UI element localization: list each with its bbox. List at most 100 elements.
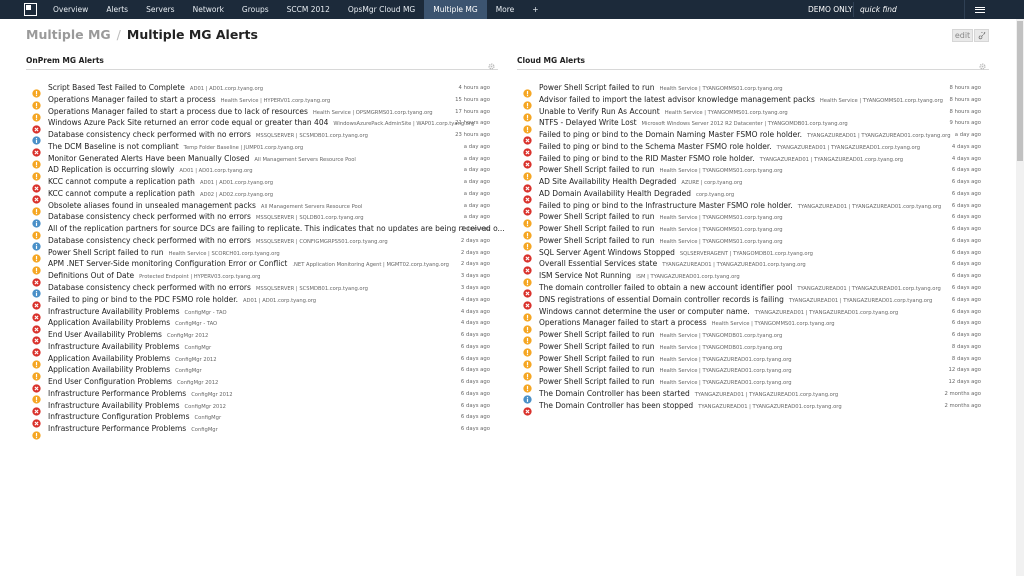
alert-row[interactable]: The DCM Baseline is not compliant Temp Fo… (26, 141, 498, 157)
alert-row[interactable]: AD Domain Availability Health Degraded co… (517, 188, 989, 204)
alert-time: a day ago (463, 214, 490, 221)
scrollbar-thumb[interactable] (1017, 21, 1023, 161)
alert-row[interactable]: Power Shell Script failed to run Health S… (517, 364, 989, 381)
alert-row[interactable]: ISM Service Not Running ISM | TYANGAZUREA… (517, 270, 989, 287)
nav-item[interactable]: SCCM 2012 (278, 0, 339, 19)
alert-title-text: Operations Manager failed to start a pro… (48, 94, 216, 104)
alert-row[interactable]: Power Shell Script failed to run Health S… (26, 247, 498, 263)
alert-source: Health Service | OPSMGRMS01.corp.tyang.o… (312, 109, 433, 116)
alert-row[interactable]: APM .NET Server-Side monitoring Configur… (26, 258, 498, 275)
nav-item[interactable]: Overview (44, 0, 97, 19)
link-icon[interactable] (974, 29, 989, 42)
alert-row[interactable]: Failed to ping or bind to the Schema Mas… (517, 141, 989, 157)
alert-row[interactable]: Power Shell Script failed to run Health S… (517, 211, 989, 228)
warning-severity-icon (32, 201, 41, 216)
alert-row[interactable]: The Domain Controller has been started TY… (517, 388, 989, 404)
alert-source: AD02 | AD02.corp.tyang.org (199, 191, 274, 198)
alert-row[interactable]: Failed to ping or bind to the RID Master… (517, 153, 989, 169)
alert-row[interactable]: Infrastructure Performance Problems Confi… (26, 423, 498, 440)
alert-row[interactable]: Infrastructure Availability Problems Conf… (26, 400, 498, 416)
nav-item[interactable]: More (487, 0, 524, 19)
alert-row[interactable]: Advisor failed to import the latest advi… (517, 94, 989, 110)
alert-row[interactable]: Failed to ping or bind to the Infrastruc… (517, 200, 989, 216)
gear-icon[interactable] (978, 56, 987, 75)
quick-find-input[interactable]: quick find (853, 2, 953, 17)
alert-source: MSSQLSERVER | SCSMDB01.corp.tyang.org (255, 286, 368, 293)
alert-row[interactable]: Infrastructure Availability Problems Conf… (26, 341, 498, 357)
alert-time: 2 days ago (460, 226, 490, 233)
alert-row[interactable]: KCC cannot compute a replication path AD0… (26, 188, 498, 204)
critical-severity-icon (523, 189, 532, 204)
alert-row[interactable]: Database consistency check performed wit… (26, 211, 498, 228)
nav-item[interactable]: OpsMgr Cloud MG (339, 0, 424, 19)
alert-row[interactable]: All of the replication partners for sour… (26, 223, 505, 240)
alert-time: 8 hours ago (949, 85, 981, 91)
alert-row[interactable]: The Domain Controller has been stopped TY… (517, 400, 989, 416)
alert-time: 2 days ago (460, 237, 490, 244)
alert-row[interactable]: The domain controller failed to obtain a… (517, 282, 989, 299)
alert-row[interactable]: Obsolete aliases found in unsealed manag… (26, 200, 498, 216)
alert-title-text: Failed to ping or bind to the RID Master… (539, 153, 755, 163)
app-logo-icon[interactable] (24, 3, 37, 16)
alert-row[interactable]: KCC cannot compute a replication path AD0… (26, 176, 498, 193)
nav-item[interactable]: Alerts (97, 0, 137, 19)
alert-row[interactable]: Script Based Test Failed to Complete AD01… (26, 82, 498, 99)
alert-row[interactable]: AD Site Availability Health Degraded AZUR… (517, 176, 989, 193)
alert-title-text: Power Shell Script failed to run (539, 224, 655, 234)
alert-row[interactable]: AD Replication is occurring slowly AD01 |… (26, 164, 498, 181)
alert-row[interactable]: Application Availability Problems ConfigM… (26, 353, 498, 369)
nav-item[interactable]: Servers (137, 0, 184, 19)
alert-row[interactable]: Power Shell Script failed to run Health S… (517, 353, 989, 369)
critical-severity-icon (32, 413, 41, 428)
scrollbar[interactable] (1016, 19, 1024, 576)
alert-row[interactable]: Power Shell Script failed to run Health S… (517, 223, 989, 240)
alert-row[interactable]: Power Shell Script failed to run Health S… (517, 235, 989, 251)
alert-source: ConfigMgr (191, 427, 218, 434)
alert-row[interactable]: Operations Manager failed to start a pro… (517, 317, 989, 334)
alert-row[interactable]: Database consistency check performed wit… (26, 235, 498, 251)
alert-row[interactable]: Windows cannot determine the user or com… (517, 306, 989, 322)
alert-source: ConfigMgr 2012 (184, 403, 226, 410)
warning-severity-icon (523, 236, 532, 251)
alert-row[interactable]: Infrastructure Configuration Problems Con… (26, 411, 498, 428)
nav-item[interactable]: Groups (233, 0, 278, 19)
alert-row[interactable]: Power Shell Script failed to run Health S… (517, 164, 989, 181)
nav-item[interactable]: Multiple MG (424, 0, 487, 19)
menu-icon[interactable] (964, 0, 994, 19)
alert-row[interactable]: Application Availability Problems ConfigM… (26, 317, 498, 334)
nav-item[interactable]: + (523, 0, 547, 19)
alert-title[interactable]: Infrastructure Performance Problems Confi… (48, 423, 218, 436)
alert-row[interactable]: End User Configuration Problems ConfigMgr… (26, 376, 498, 393)
alert-row[interactable]: Infrastructure Performance Problems Confi… (26, 388, 498, 404)
alert-row[interactable]: Database consistency check performed wit… (26, 282, 498, 299)
alert-row[interactable]: Infrastructure Availability Problems Conf… (26, 306, 498, 322)
alert-row[interactable]: Application Availability Problems ConfigM… (26, 364, 498, 381)
nav-item[interactable]: Network (184, 0, 233, 19)
alert-row[interactable]: Definitions Out of Date Protected Endpoin… (26, 270, 498, 287)
edit-button[interactable]: edit (952, 29, 973, 42)
alert-title[interactable]: The Domain Controller has been stopped TY… (539, 400, 842, 413)
gear-icon[interactable] (487, 56, 496, 75)
alert-row[interactable]: Windows Azure Pack Site returned an erro… (26, 117, 498, 134)
alert-row[interactable]: Failed to ping or bind to the Domain Nam… (517, 129, 989, 146)
alert-row[interactable]: SQL Server Agent Windows Stopped SQLSERVE… (517, 247, 989, 263)
alert-row[interactable]: Monitor Generated Alerts Have been Manua… (26, 153, 498, 169)
alert-row[interactable]: Power Shell Script failed to run Health S… (517, 376, 989, 393)
alert-row[interactable]: DNS registrations of essential Domain co… (517, 294, 989, 310)
alert-time: 8 days ago (951, 355, 981, 362)
alert-row[interactable]: Database consistency check performed wit… (26, 129, 498, 146)
alert-row[interactable]: End User Availability Problems ConfigMgr … (26, 329, 498, 346)
alert-row[interactable]: Operations Manager failed to start a pro… (26, 106, 498, 122)
alert-row[interactable]: Operations Manager failed to start a pro… (26, 94, 498, 110)
alert-row[interactable]: Power Shell Script failed to run Health S… (517, 341, 989, 357)
alert-row[interactable]: Power Shell Script failed to run Health S… (517, 329, 989, 346)
alert-row[interactable]: Failed to ping or bind to the PDC FSMO r… (26, 294, 498, 310)
alert-title-text: Power Shell Script failed to run (539, 365, 655, 375)
critical-severity-icon (523, 401, 532, 416)
breadcrumb-parent[interactable]: Multiple MG (26, 27, 111, 42)
alert-row[interactable]: Overall Essential Services state TYANGAZU… (517, 258, 989, 275)
alert-row[interactable]: NTFS - Delayed Write Lost Microsoft Windo… (517, 117, 989, 134)
alert-row[interactable]: Unable to Verify Run As Account Health Se… (517, 106, 989, 122)
alert-row[interactable]: Power Shell Script failed to run Health S… (517, 82, 989, 99)
warning-severity-icon (32, 95, 41, 110)
